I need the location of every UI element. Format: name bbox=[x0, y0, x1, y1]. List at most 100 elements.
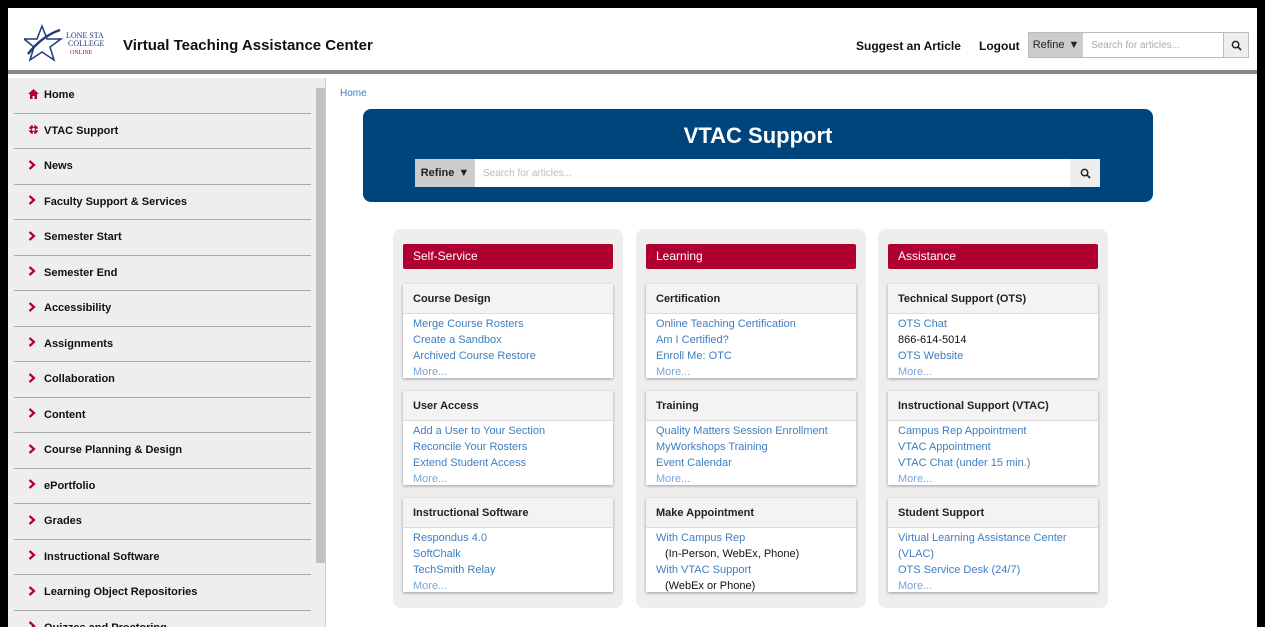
sidebar-item-label: Faculty Support & Services bbox=[44, 195, 188, 208]
chevron-right-icon bbox=[28, 443, 40, 457]
sidebar-item-5[interactable]: Semester End bbox=[14, 256, 311, 291]
chevron-right-icon bbox=[28, 585, 40, 599]
card-link[interactable]: VTAC Appointment bbox=[898, 439, 1088, 455]
card-link[interactable]: Event Calendar bbox=[656, 455, 846, 471]
card-link[interactable]: Archived Course Restore bbox=[413, 348, 603, 364]
sidebar-item-1[interactable]: VTAC Support bbox=[14, 114, 311, 149]
card-link[interactable]: VTAC Chat (under 15 min.) bbox=[898, 455, 1088, 471]
category-card: Training Quality Matters Session Enrollme… bbox=[646, 391, 856, 485]
sidebar-item-15[interactable]: Quizzes and Proctoring bbox=[14, 611, 311, 627]
sidebar-item-2[interactable]: News bbox=[14, 149, 311, 185]
suggest-article-link[interactable]: Suggest an Article bbox=[856, 39, 961, 53]
card-text: (WebEx or Phone) bbox=[665, 580, 756, 592]
sidebar-item-14[interactable]: Learning Object Repositories bbox=[14, 575, 311, 611]
logo-line-3: ONLINE bbox=[70, 50, 93, 56]
chevron-right-icon bbox=[28, 301, 40, 315]
breadcrumb-home[interactable]: Home bbox=[340, 88, 367, 99]
card-link[interactable]: OTS Chat bbox=[898, 316, 1088, 332]
banner-search-input[interactable] bbox=[475, 159, 1070, 187]
card-link[interactable]: Virtual Learning Assistance Center bbox=[898, 530, 1088, 546]
sidebar-item-4[interactable]: Semester Start bbox=[14, 220, 311, 256]
card-link[interactable]: TechSmith Relay bbox=[413, 562, 603, 578]
sidebar-item-10[interactable]: Course Planning & Design bbox=[14, 433, 311, 469]
chevron-right-icon bbox=[28, 195, 40, 208]
card-links: Campus Rep Appointment VTAC Appointment VT… bbox=[888, 421, 1098, 487]
more-link[interactable]: More... bbox=[898, 471, 1088, 487]
category-card: Technical Support (OTS) OTS Chat 866-614-5… bbox=[888, 284, 1098, 378]
app-frame: LONE STAR COLLEGE ONLINE Virtual Teachin… bbox=[8, 8, 1257, 627]
sidebar-item-8[interactable]: Collaboration bbox=[14, 362, 311, 398]
card-link[interactable]: Extend Student Access bbox=[413, 455, 603, 471]
card-title: Technical Support (OTS) bbox=[888, 284, 1098, 314]
sidebar-item-7[interactable]: Assignments bbox=[14, 327, 311, 362]
sidebar-item-13[interactable]: Instructional Software bbox=[14, 540, 311, 575]
more-link[interactable]: More... bbox=[656, 471, 846, 487]
chevron-right-icon bbox=[28, 159, 40, 173]
banner-refine-dropdown[interactable]: Refine ▼ bbox=[415, 159, 475, 187]
page-title: VTAC Support bbox=[683, 123, 833, 148]
card-link[interactable]: With VTAC Support bbox=[656, 562, 846, 578]
card-link[interactable]: Quality Matters Session Enrollment bbox=[656, 423, 846, 439]
card-link[interactable]: OTS Website bbox=[898, 348, 1088, 364]
card-link[interactable]: Add a User to Your Section bbox=[413, 423, 603, 439]
chevron-right-icon bbox=[28, 408, 40, 421]
vtac-banner: VTAC Support Refine ▼ bbox=[363, 109, 1153, 202]
card-link[interactable]: Enroll Me: OTC bbox=[656, 348, 846, 364]
category-card: Student Support Virtual Learning Assistan… bbox=[888, 498, 1098, 592]
lone-star-college-logo[interactable]: LONE STAR COLLEGE ONLINE bbox=[21, 23, 110, 62]
sidebar-item-label: Content bbox=[44, 408, 86, 421]
card-link[interactable]: OTS Service Desk (24/7) bbox=[898, 562, 1088, 578]
header-search-button[interactable] bbox=[1223, 33, 1248, 57]
category-card: Instructional Support (VTAC) Campus Rep A… bbox=[888, 391, 1098, 485]
card-link[interactable]: With Campus Rep bbox=[656, 530, 846, 546]
sidebar-item-label: Home bbox=[44, 89, 75, 102]
sidebar-item-label: Instructional Software bbox=[44, 550, 160, 563]
sidebar-item-3[interactable]: Faculty Support & Services bbox=[14, 185, 311, 220]
column-0: Self-Service Course Design Merge Course Ro… bbox=[393, 229, 623, 608]
category-card: Instructional Software Respondus 4.0 SoftC… bbox=[403, 498, 613, 592]
refine-label: Refine bbox=[420, 167, 455, 179]
logout-link[interactable]: Logout bbox=[979, 39, 1020, 53]
card-link[interactable]: SoftChalk bbox=[413, 546, 603, 562]
sidebar-item-12[interactable]: Grades bbox=[14, 504, 311, 540]
more-link[interactable]: More... bbox=[413, 578, 603, 594]
lifebuoy-icon bbox=[28, 124, 40, 138]
card-link[interactable]: (VLAC) bbox=[898, 546, 1088, 562]
sidebar-item-0[interactable]: Home bbox=[14, 78, 311, 114]
sidebar-item-label: Quizzes and Proctoring bbox=[44, 622, 167, 627]
header-refine-dropdown[interactable]: Refine ▼ bbox=[1029, 33, 1084, 57]
card-link[interactable]: Campus Rep Appointment bbox=[898, 423, 1088, 439]
sidebar-item-label: VTAC Support bbox=[44, 124, 119, 137]
card-link[interactable]: Am I Certified? bbox=[656, 332, 846, 348]
more-link[interactable]: More... bbox=[656, 364, 846, 380]
site-title[interactable]: Virtual Teaching Assistance Center bbox=[123, 37, 373, 54]
sidebar-item-label: Semester Start bbox=[44, 231, 122, 244]
card-link[interactable]: Create a Sandbox bbox=[413, 332, 603, 348]
more-link[interactable]: More... bbox=[413, 471, 603, 487]
card-title: Instructional Software bbox=[403, 498, 613, 528]
more-link[interactable]: More... bbox=[413, 364, 603, 380]
header-search-input[interactable] bbox=[1083, 33, 1224, 57]
card-links: Virtual Learning Assistance Center (VLAC)… bbox=[888, 528, 1098, 594]
card-link[interactable]: Reconcile Your Rosters bbox=[413, 439, 603, 455]
chevron-right-icon bbox=[28, 372, 40, 386]
sidebar-scrollbar[interactable] bbox=[316, 88, 325, 563]
card-link[interactable]: Online Teaching Certification bbox=[656, 316, 846, 332]
category-card: User Access Add a User to Your Section Rec… bbox=[403, 391, 613, 485]
sidebar-item-label: Collaboration bbox=[44, 373, 115, 386]
card-links: Add a User to Your Section Reconcile Your… bbox=[403, 421, 613, 487]
card-link[interactable]: Respondus 4.0 bbox=[413, 530, 603, 546]
sidebar-item-label: Accessibility bbox=[44, 302, 112, 315]
more-link[interactable]: More... bbox=[898, 578, 1088, 594]
sidebar-nav: Home VTAC Support News Faculty Support & Se… bbox=[8, 78, 326, 627]
sidebar-item-label: Assignments bbox=[44, 337, 114, 350]
sidebar-item-6[interactable]: Accessibility bbox=[14, 291, 311, 327]
sidebar-item-11[interactable]: ePortfolio bbox=[14, 469, 311, 504]
card-link[interactable]: Merge Course Rosters bbox=[413, 316, 603, 332]
search-icon bbox=[1231, 40, 1242, 51]
sidebar-item-9[interactable]: Content bbox=[14, 398, 311, 433]
banner-search-button[interactable] bbox=[1070, 159, 1100, 187]
more-link[interactable]: More... bbox=[898, 364, 1088, 380]
column-heading: Learning bbox=[646, 244, 856, 269]
card-link[interactable]: MyWorkshops Training bbox=[656, 439, 846, 455]
